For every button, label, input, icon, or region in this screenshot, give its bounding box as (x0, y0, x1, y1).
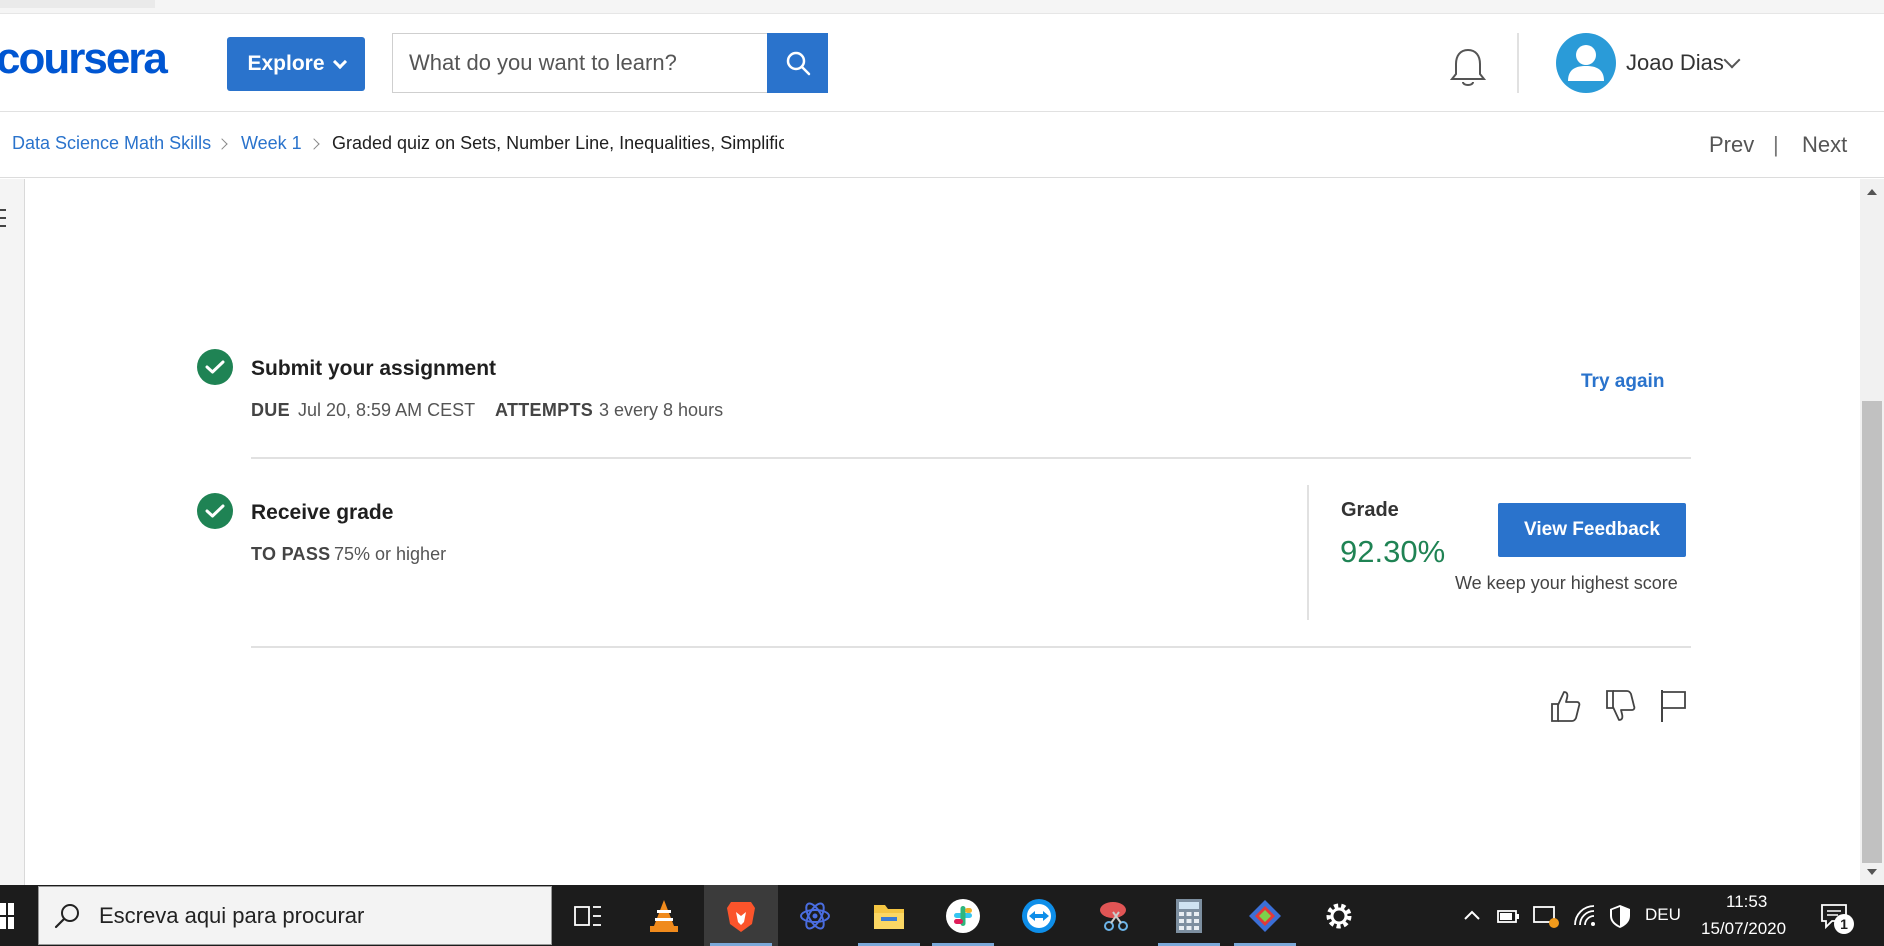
app-tools-icon (1249, 899, 1281, 932)
taskbar-app-dev-tool[interactable] (1228, 885, 1302, 946)
user-name[interactable]: Joao Dias (1626, 50, 1724, 76)
chevron-down-icon[interactable] (1723, 51, 1741, 69)
thumbs-up-icon[interactable] (1548, 688, 1582, 724)
windows-taskbar: Escreva aqui para procurar DEU 11:53 15/… (0, 885, 1884, 946)
attempts-key: ATTEMPTS (495, 400, 594, 420)
sidebar-collapsed (0, 179, 25, 885)
scroll-thumb[interactable] (1862, 401, 1882, 863)
due-key: DUE (251, 400, 290, 420)
submit-check-icon (197, 349, 233, 385)
site-header: coursera Explore Joao Dias (0, 14, 1884, 112)
notification-badge: 1 (1834, 914, 1854, 934)
taskbar-app-snipping-tool[interactable] (1078, 885, 1152, 946)
slack-icon (946, 898, 980, 933)
keyboard-language[interactable]: DEU (1645, 905, 1681, 925)
taskbar-app-file-explorer[interactable] (852, 885, 926, 946)
browser-tab[interactable] (0, 0, 155, 8)
calculator-icon (1176, 898, 1202, 933)
brave-browser-icon (727, 901, 755, 932)
display-icon[interactable] (1532, 903, 1560, 929)
taskbar-app-teamviewer[interactable] (1002, 885, 1076, 946)
task-view-icon (574, 905, 601, 926)
flag-icon[interactable] (1657, 688, 1691, 724)
explore-label: Explore (247, 52, 325, 75)
grade-check-icon (197, 493, 233, 529)
attempts-value: 3 every 8 hours (599, 400, 724, 420)
view-feedback-button[interactable]: View Feedback (1498, 503, 1686, 557)
taskbar-app-settings[interactable] (1302, 885, 1376, 946)
vlc-icon (650, 899, 678, 932)
taskbar-app-slack[interactable] (926, 885, 1000, 946)
page-scrollbar[interactable] (1860, 179, 1884, 885)
clock-date[interactable]: 15/07/2020 (1701, 919, 1786, 939)
wifi-icon[interactable] (1572, 903, 1598, 929)
chevron-down-icon (332, 54, 347, 69)
battery-icon[interactable] (1496, 903, 1520, 929)
browser-top-strip (0, 0, 1884, 14)
due-value: Jul 20, 8:59 AM CEST (298, 400, 476, 420)
pass-value: 75% or higher (334, 544, 447, 564)
search-icon (54, 903, 79, 928)
windows-start-icon[interactable] (0, 903, 14, 929)
taskbar-search[interactable]: Escreva aqui para procurar (38, 886, 552, 945)
chevron-right-icon (216, 138, 228, 150)
try-again-link[interactable]: Try again (1581, 371, 1664, 393)
divider (251, 457, 1691, 459)
submit-title: Submit your assignment (251, 357, 497, 380)
prev-next-separator: | (1773, 132, 1779, 157)
shield-icon[interactable] (1608, 903, 1632, 929)
thumbs-down-icon[interactable] (1603, 688, 1637, 724)
prev-link[interactable]: Prev (1709, 132, 1754, 158)
divider (251, 646, 1691, 648)
breadcrumb-course-link[interactable]: Data Science Math Skills (12, 133, 211, 154)
breadcrumb-week-link[interactable]: Week 1 (241, 133, 302, 154)
breadcrumb: Data Science Math Skills Week 1 Graded q… (0, 112, 1884, 178)
search-icon (786, 51, 810, 76)
scroll-up-arrow-icon[interactable] (1867, 189, 1877, 195)
gear-icon (1326, 903, 1352, 928)
taskbar-app-calculator[interactable] (1152, 885, 1226, 946)
search-input[interactable] (392, 33, 767, 93)
chevron-up-icon[interactable] (1462, 903, 1482, 929)
menu-icon[interactable] (0, 209, 6, 227)
taskbar-app-atom[interactable] (778, 885, 852, 946)
grade-divider (1307, 485, 1309, 620)
scroll-down-arrow-icon[interactable] (1867, 869, 1877, 875)
chevron-right-icon (308, 138, 320, 150)
grade-value: 92.30% (1340, 534, 1446, 569)
breadcrumb-current: Graded quiz on Sets, Number Line, Inequa… (332, 133, 784, 153)
highest-score-note: We keep your highest score (1455, 573, 1678, 593)
avatar[interactable] (1556, 33, 1616, 93)
header-divider (1517, 33, 1519, 93)
taskbar-search-text: Escreva aqui para procurar (99, 902, 365, 928)
taskbar-app-vlc[interactable] (627, 885, 701, 946)
taskbar-app-brave[interactable] (704, 885, 778, 946)
task-view-button[interactable] (551, 885, 625, 946)
teamviewer-icon (1022, 898, 1056, 933)
coursera-logo[interactable]: coursera (0, 34, 168, 84)
next-link[interactable]: Next (1802, 132, 1847, 158)
folder-icon (874, 904, 904, 929)
snipping-tool-icon (1100, 901, 1128, 931)
notification-bell-icon[interactable] (1448, 46, 1488, 90)
pass-key: TO PASS (251, 544, 331, 564)
atom-icon (800, 902, 830, 929)
explore-button[interactable]: Explore (227, 37, 365, 91)
clock-time[interactable]: 11:53 (1726, 892, 1767, 912)
search-button[interactable] (767, 33, 828, 93)
search-bar (392, 33, 828, 93)
grade-title: Receive grade (251, 501, 394, 524)
grade-label: Grade (1341, 499, 1399, 521)
user-icon (1568, 45, 1604, 81)
